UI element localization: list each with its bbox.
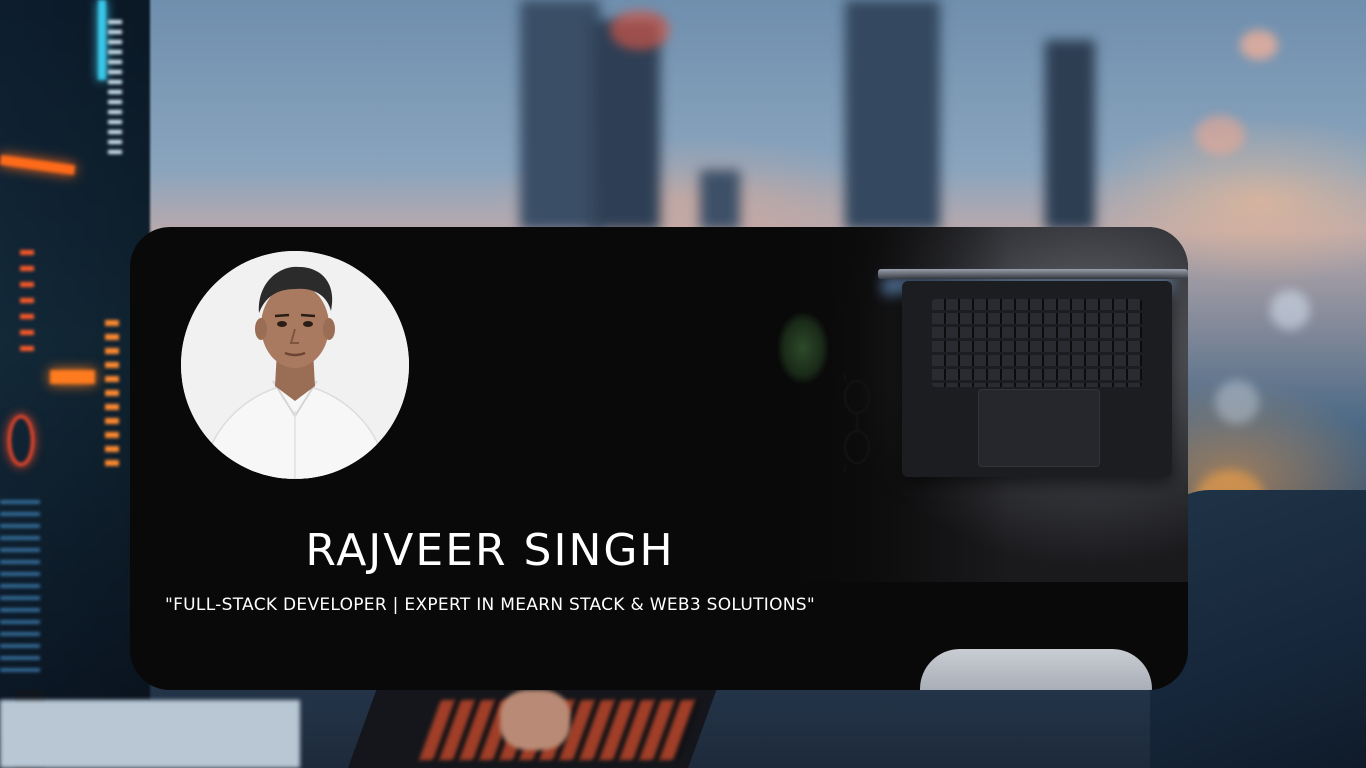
plant-decoration bbox=[778, 313, 828, 383]
laptop-lid bbox=[878, 269, 1188, 279]
profile-card: RAJVEER SINGH "FULL-STACK DEVELOPER | EX… bbox=[130, 227, 1188, 690]
profile-tagline: "FULL-STACK DEVELOPER | EXPERT IN MEARN … bbox=[164, 595, 815, 615]
avatar bbox=[181, 251, 409, 479]
laptop-trackpad bbox=[978, 389, 1100, 467]
banner-canvas: RAJVEER SINGH "FULL-STACK DEVELOPER | EX… bbox=[0, 0, 1366, 768]
glasses-icon bbox=[843, 373, 871, 473]
chair-back bbox=[920, 649, 1152, 690]
profile-photo bbox=[181, 251, 409, 479]
laptop-keyboard bbox=[932, 299, 1142, 387]
profile-name: RAJVEER SINGH bbox=[305, 525, 675, 576]
laptop-image bbox=[902, 281, 1172, 477]
